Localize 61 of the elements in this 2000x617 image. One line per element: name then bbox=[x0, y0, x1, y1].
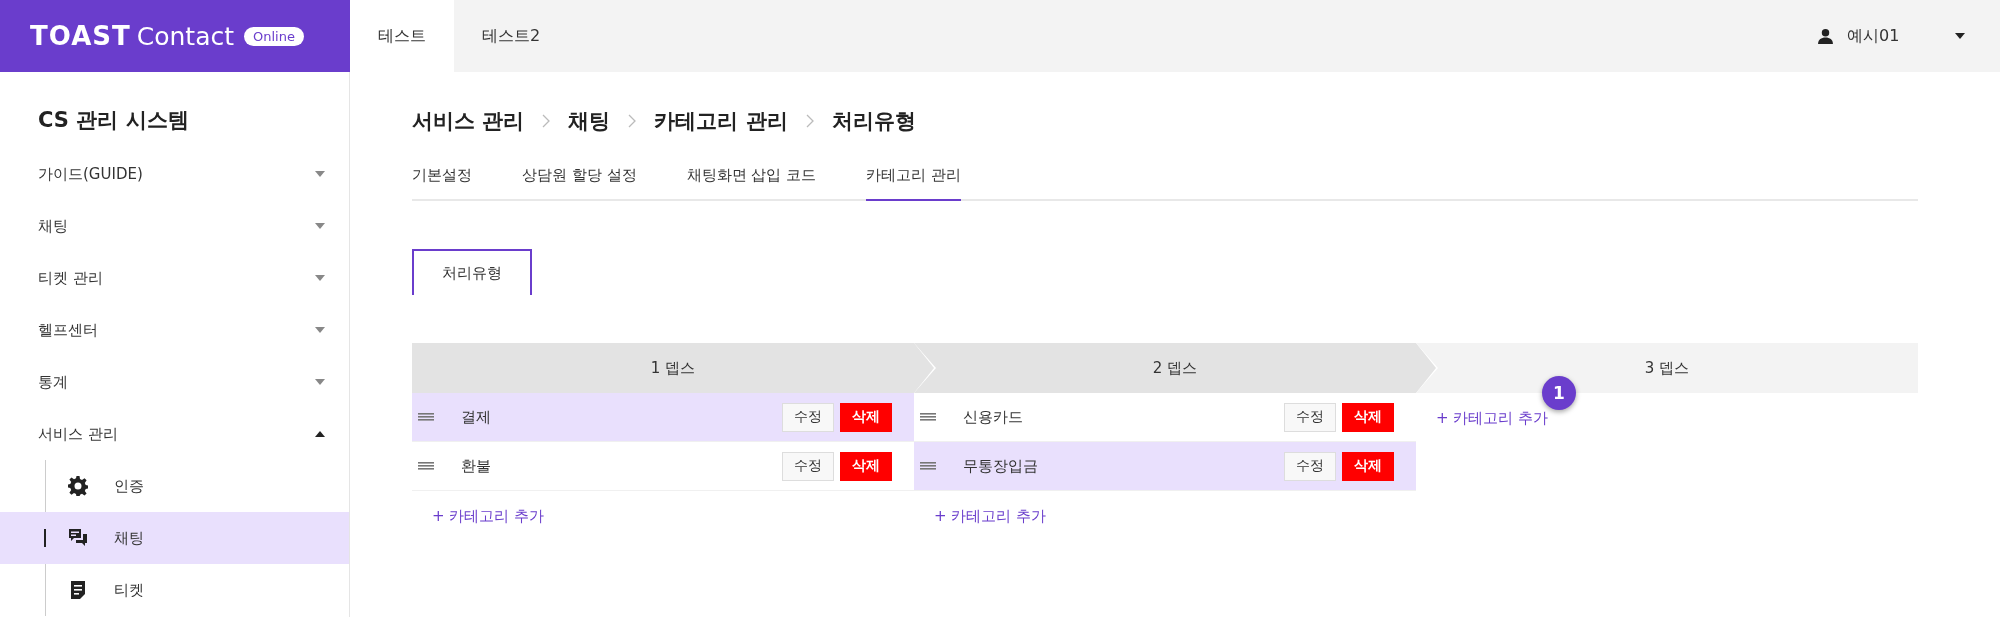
breadcrumb-item: 서비스 관리 bbox=[412, 108, 525, 135]
document-icon bbox=[68, 580, 88, 600]
sidebar-title: CS 관리 시스템 bbox=[37, 107, 190, 134]
depth-header: 1 뎁스 bbox=[412, 343, 934, 393]
user-name[interactable]: 예시01 bbox=[1847, 25, 1955, 47]
sidebar-item[interactable]: 서비스 관리 bbox=[0, 408, 349, 460]
drag-handle-icon[interactable] bbox=[418, 413, 434, 421]
sidebar-subitem[interactable]: 인증 bbox=[0, 460, 349, 512]
sidebar-item[interactable]: 채팅 bbox=[0, 200, 349, 252]
edit-button[interactable]: 수정 bbox=[782, 402, 834, 432]
tab[interactable]: 카테고리 관리 bbox=[866, 166, 961, 201]
category-row[interactable]: 무통장입금 수정 삭제 bbox=[914, 442, 1416, 491]
product-name: Contact bbox=[136, 21, 234, 51]
delete-button[interactable]: 삭제 bbox=[840, 402, 892, 432]
sidebar-item[interactable]: 헬프센터 bbox=[0, 304, 349, 356]
chevron-icon bbox=[628, 114, 637, 128]
chevron-icon bbox=[542, 114, 551, 128]
sidebar-subitem[interactable]: 채팅 bbox=[0, 512, 349, 564]
user-icon bbox=[1817, 27, 1834, 45]
step-badge: 1 bbox=[1542, 376, 1576, 410]
chat-icon bbox=[68, 528, 88, 548]
sidebar-subitem-label: 채팅 bbox=[114, 528, 144, 548]
breadcrumb-item: 처리유형 bbox=[831, 108, 916, 135]
edit-button[interactable]: 수정 bbox=[782, 451, 834, 481]
drag-handle-icon[interactable] bbox=[920, 413, 936, 421]
category-row[interactable]: 결제 수정 삭제 bbox=[412, 393, 914, 442]
edit-button[interactable]: 수정 bbox=[1284, 402, 1336, 432]
sidebar-item[interactable]: 가이드(GUIDE) bbox=[0, 148, 349, 200]
sidebar-subitem-label: 티켓 bbox=[114, 580, 144, 600]
tab[interactable]: 채팅화면 삽입 코드 bbox=[686, 166, 817, 201]
add-category-link[interactable]: + 카테고리 추가 bbox=[934, 506, 1047, 526]
edit-button[interactable]: 수정 bbox=[1284, 451, 1336, 481]
sidebar-item[interactable]: 통계 bbox=[0, 356, 349, 408]
delete-button[interactable]: 삭제 bbox=[1342, 451, 1394, 481]
category-name: 무통장입금 bbox=[963, 456, 1039, 476]
category-row[interactable]: 환불 수정 삭제 bbox=[412, 442, 914, 491]
drag-handle-icon[interactable] bbox=[920, 462, 936, 470]
depth-header: 2 뎁스 bbox=[914, 343, 1436, 393]
subtab[interactable]: 처리유형 bbox=[412, 249, 532, 295]
tab[interactable]: 기본설정 bbox=[412, 166, 472, 201]
drag-handle-icon[interactable] bbox=[418, 462, 434, 470]
add-category-link[interactable]: + 카테고리 추가 bbox=[1436, 408, 1549, 428]
online-badge: Online bbox=[244, 26, 304, 46]
delete-button[interactable]: 삭제 bbox=[840, 451, 892, 481]
logo-text: TOAST bbox=[30, 21, 131, 51]
category-name: 결제 bbox=[461, 407, 492, 427]
gear-icon bbox=[68, 476, 88, 496]
chevron-icon bbox=[805, 114, 814, 128]
header-tab[interactable]: 테스트 bbox=[350, 0, 454, 72]
category-name: 신용카드 bbox=[963, 407, 1024, 427]
sidebar-subitem[interactable]: 티켓 bbox=[0, 564, 349, 616]
breadcrumb-item: 채팅 bbox=[568, 108, 611, 135]
breadcrumb-item: 카테고리 관리 bbox=[654, 108, 788, 135]
add-category-link[interactable]: + 카테고리 추가 bbox=[432, 506, 545, 526]
header-tab[interactable]: 테스트2 bbox=[454, 0, 569, 72]
caret-icon[interactable] bbox=[1955, 33, 1965, 39]
delete-button[interactable]: 삭제 bbox=[1342, 402, 1394, 432]
tab[interactable]: 상담원 할당 설정 bbox=[522, 166, 637, 201]
category-name: 환불 bbox=[461, 456, 492, 476]
sidebar-item[interactable]: 티켓 관리 bbox=[0, 252, 349, 304]
sidebar-subitem-label: 인증 bbox=[114, 476, 144, 496]
